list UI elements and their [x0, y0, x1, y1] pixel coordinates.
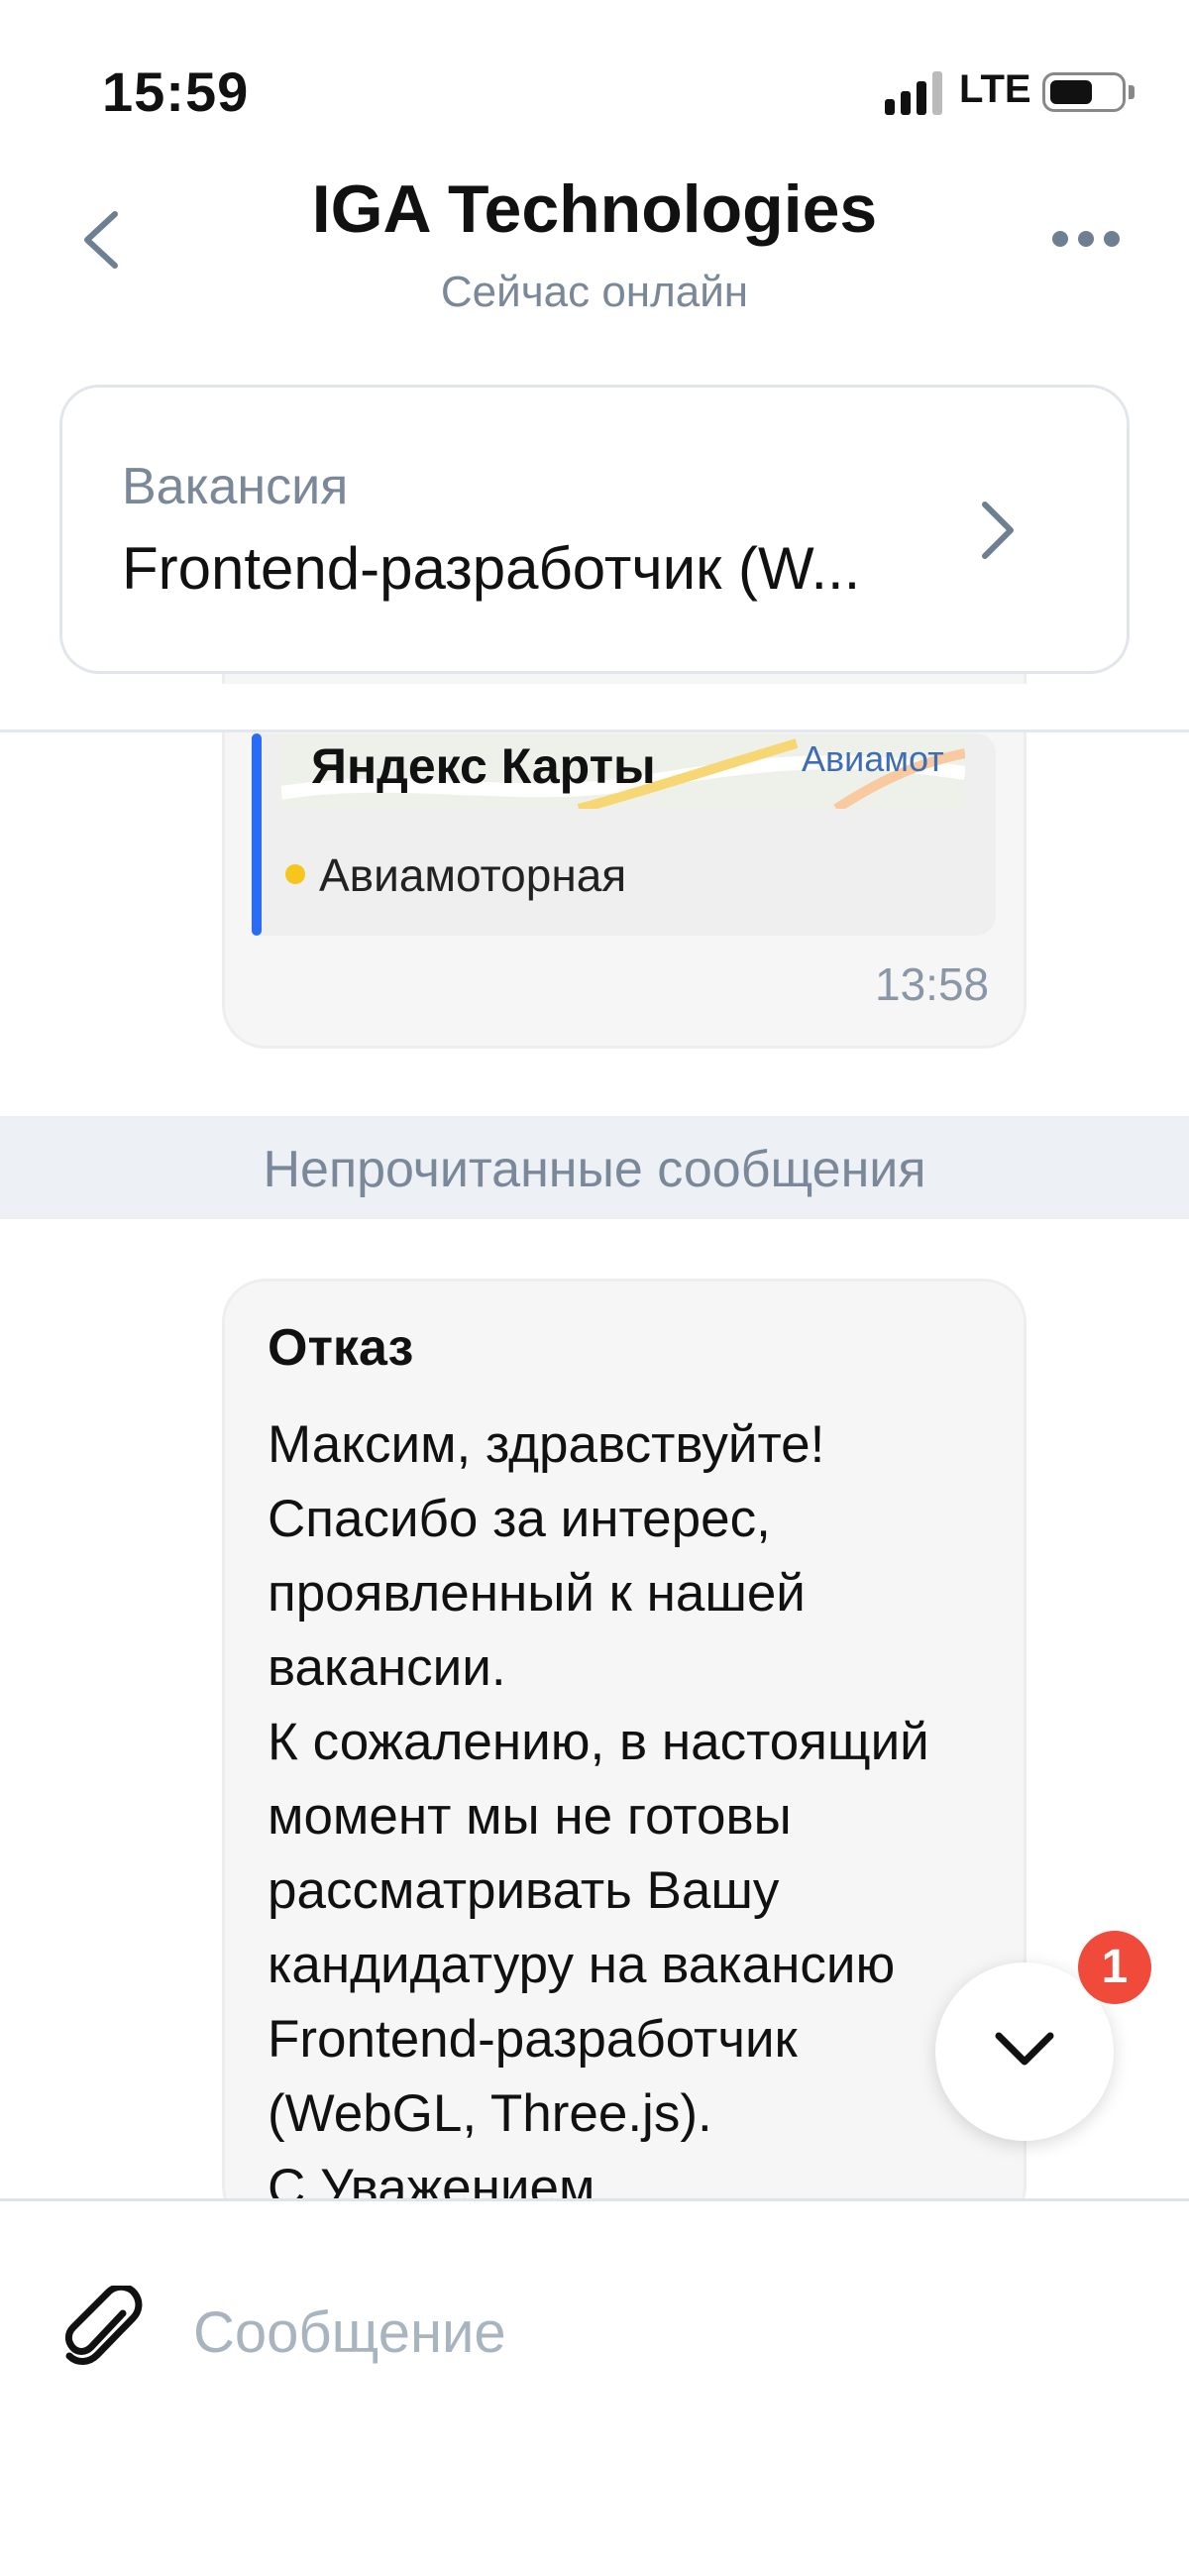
metro-station: Авиамоторная [319, 849, 627, 901]
map-brand-text: Яндекс Карты [311, 738, 656, 794]
vacancy-title: Frontend-разработчик (W... [122, 535, 861, 602]
composer-bar [0, 2198, 1189, 2576]
chevron-down-icon [995, 2032, 1054, 2066]
paperclip-icon[interactable] [61, 2286, 147, 2375]
composer-divider [0, 2198, 1189, 2201]
chevron-right-icon [982, 502, 1014, 559]
message-text: Максим, здравствуйте! Спасибо за интерес… [268, 1415, 929, 2217]
more-options-icon[interactable] [1050, 226, 1122, 252]
header-divider [0, 729, 1189, 732]
unread-banner-text: Непрочитанные сообщения [263, 1141, 926, 1198]
network-type: LTE [959, 67, 1031, 111]
status-time: 15:59 [102, 60, 250, 123]
unread-count-badge: 1 [1078, 1931, 1151, 2004]
header-backdrop [0, 684, 1189, 729]
metro-line-icon [285, 864, 305, 884]
message-input[interactable] [193, 2297, 1085, 2367]
online-status: Сейчас онлайн [440, 268, 749, 316]
vacancy-card[interactable]: Вакансия Frontend-разработчик (W... [59, 385, 1130, 674]
message-title: Отказ [268, 1319, 414, 1377]
message-time: 13:58 [875, 958, 990, 1010]
signal-icon [885, 71, 942, 115]
battery-icon [1042, 72, 1126, 112]
map-place-label: Авиамот [802, 738, 944, 779]
map-thumbnail[interactable]: Яндекс Карты Авиамот [281, 733, 965, 809]
battery-cap [1129, 85, 1135, 99]
chat-title[interactable]: IGA Technologies [0, 170, 1189, 248]
vacancy-label: Вакансия [122, 458, 349, 515]
location-accent-bar [252, 733, 262, 936]
